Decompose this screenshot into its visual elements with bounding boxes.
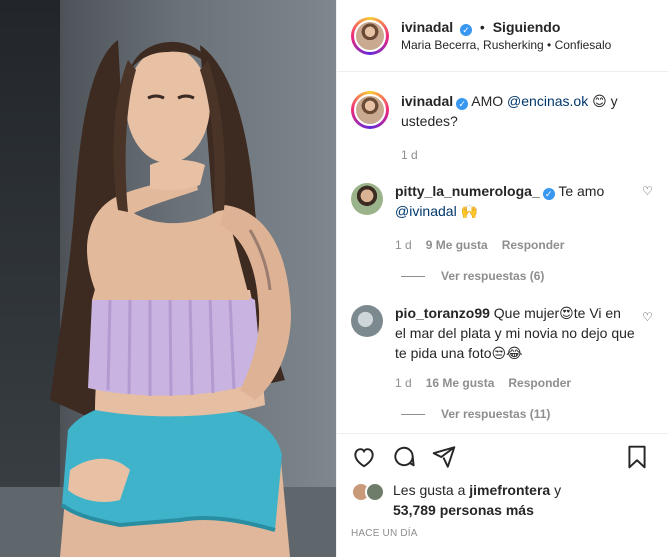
post-caption: ivinadal ✓ AMO @encinas.ok 😊 y ustedes? 1… (351, 91, 654, 165)
reply-button[interactable]: Responder (502, 235, 565, 255)
comment-emoji: 🙌 (460, 203, 479, 219)
commenter-avatar[interactable] (351, 183, 383, 215)
comment-username[interactable]: pitty_la_numerologa_ (395, 183, 540, 199)
caption-text-prefix: AMO (471, 93, 504, 109)
audio-attribution[interactable]: Maria Becerra, Rusherking • Confiesalo (401, 36, 611, 54)
comment-body: pitty_la_numerologa_ ✓ Te amo @ivinadal 🙌… (395, 181, 635, 255)
comment-age[interactable]: 1 d (395, 235, 412, 255)
view-replies-label[interactable]: Ver respuestas (6) (441, 269, 544, 283)
post-header: ivinadal ✓ • Siguiendo Maria Becerra, Ru… (337, 0, 668, 72)
woman-dancing-illustration (50, 40, 291, 557)
comment-body: pio_toranzo99 Que mujer😍te Vi en el mar … (395, 303, 635, 393)
likes-joiner: y (554, 482, 562, 498)
comment-likes[interactable]: 9 Me gusta (426, 235, 488, 255)
comment-icon[interactable] (391, 444, 417, 470)
comment-like-heart-icon[interactable]: ♡ (642, 311, 654, 323)
post-actions-footer: Les gusta a jimefrontera y 53,789 person… (337, 433, 668, 557)
comment-likes[interactable]: 16 Me gusta (426, 373, 495, 393)
comment-age[interactable]: 1 d (395, 373, 412, 393)
paper-plane-icon[interactable] (431, 444, 457, 470)
comment-meta: 1 d 16 Me gusta Responder (395, 373, 635, 393)
view-replies-button[interactable]: Ver respuestas (6) (401, 269, 654, 283)
likes-text: Les gusta a jimefrontera y 53,789 person… (393, 480, 561, 520)
bookmark-icon[interactable] (624, 444, 650, 470)
likes-prefix: Les gusta a (393, 482, 466, 498)
caption-mention-link[interactable]: @encinas.ok (507, 93, 588, 109)
replies-divider (401, 275, 425, 277)
comment-mention-link[interactable]: @ivinadal (395, 203, 457, 219)
commenter-avatar[interactable] (351, 305, 383, 337)
comment-like-heart-icon[interactable]: ♡ (642, 185, 654, 197)
comments-section: ivinadal ✓ AMO @encinas.ok 😊 y ustedes? 1… (337, 73, 668, 433)
post-panel: ivinadal ✓ • Siguiendo Maria Becerra, Ru… (336, 0, 668, 557)
post-timestamp[interactable]: HACE UN DÍA (351, 528, 654, 539)
post-video[interactable] (0, 0, 336, 557)
instagram-post-modal: ivinadal ✓ • Siguiendo Maria Becerra, Ru… (0, 0, 668, 557)
caption-meta: 1 d (401, 145, 641, 165)
reply-button[interactable]: Responder (508, 373, 571, 393)
comment-text: Te amo (558, 183, 605, 199)
caption-age[interactable]: 1 d (401, 145, 418, 165)
author-avatar[interactable] (351, 16, 389, 55)
liker-avatar[interactable] (365, 482, 385, 502)
action-bar (351, 434, 654, 480)
comment-username[interactable]: pio_toranzo99 (395, 305, 490, 321)
heart-icon[interactable] (351, 444, 377, 470)
likes-user-link[interactable]: jimefrontera (469, 482, 550, 498)
verified-badge-icon: ✓ (542, 188, 555, 200)
author-username[interactable]: ivinadal (401, 19, 453, 35)
liker-avatars (351, 482, 385, 502)
view-replies-label[interactable]: Ver respuestas (11) (441, 407, 550, 421)
view-replies-button[interactable]: Ver respuestas (11) (401, 407, 654, 421)
verified-badge-icon: ✓ (460, 23, 473, 36)
likes-count[interactable]: 53,789 personas más (393, 502, 534, 518)
replies-divider (401, 413, 425, 415)
following-button[interactable]: Siguiendo (493, 19, 561, 35)
caption-author-avatar[interactable] (351, 91, 389, 129)
separator-dot: • (479, 18, 485, 35)
caption-body: ivinadal ✓ AMO @encinas.ok 😊 y ustedes? 1… (401, 91, 641, 165)
comment-item: pio_toranzo99 Que mujer😍te Vi en el mar … (351, 303, 654, 393)
comment-meta: 1 d 9 Me gusta Responder (395, 235, 635, 255)
likes-summary: Les gusta a jimefrontera y 53,789 person… (351, 480, 654, 520)
caption-username[interactable]: ivinadal (401, 93, 453, 109)
post-header-text: ivinadal ✓ • Siguiendo Maria Becerra, Ru… (401, 18, 611, 54)
comment-item: pitty_la_numerologa_ ✓ Te amo @ivinadal 🙌… (351, 181, 654, 255)
verified-badge-icon: ✓ (456, 98, 469, 110)
